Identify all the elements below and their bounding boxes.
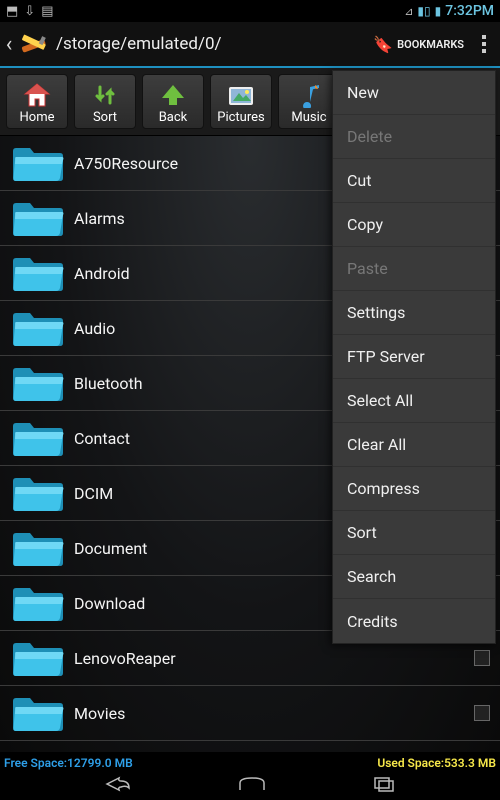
folder-icon (10, 473, 66, 513)
menu-item-copy[interactable]: Copy (333, 203, 495, 247)
folder-name: Document (74, 539, 147, 558)
android-nav-bar (0, 772, 500, 800)
overflow-menu-button[interactable] (474, 29, 494, 59)
toolbar-label: Sort (93, 110, 117, 125)
back-arrow-icon (160, 80, 186, 110)
back-button[interactable]: Back (142, 74, 204, 129)
menu-item-compress[interactable]: Compress (333, 467, 495, 511)
folder-icon (10, 693, 66, 733)
status-right-icons: ⊿ ▮▯ ▮ 7:32PM (404, 3, 494, 19)
android-status-bar: ⬒ ⇩ ▤ ⊿ ▮▯ ▮ 7:32PM (0, 0, 500, 22)
folder-name: A750Resource (74, 154, 178, 173)
nav-recents-button[interactable] (373, 776, 395, 796)
toolbar-label: Pictures (217, 110, 264, 125)
toolbar-label: Back (159, 110, 188, 125)
sdcard-icon: ▤ (41, 4, 53, 19)
toolbar-label: Music (291, 110, 326, 125)
status-left-icons: ⬒ ⇩ ▤ (6, 4, 54, 19)
folder-icon (10, 528, 66, 568)
folder-icon (10, 583, 66, 623)
folder-name: Android (74, 264, 130, 283)
menu-item-ftp-server[interactable]: FTP Server (333, 335, 495, 379)
menu-item-settings[interactable]: Settings (333, 291, 495, 335)
folder-name: Download (74, 594, 145, 613)
bookmark-icon: 🔖 (373, 35, 393, 54)
folder-icon (10, 198, 66, 238)
current-path[interactable]: /storage/emulated/0/ (56, 34, 222, 54)
up-navigation-button[interactable]: ‹ (0, 21, 18, 67)
select-checkbox[interactable] (474, 650, 490, 666)
folder-icon (10, 143, 66, 183)
action-bar: ‹ /storage/emulated/0/ 🔖 BOOKMARKS (0, 22, 500, 68)
music-button[interactable]: Music (278, 74, 340, 129)
folder-row[interactable]: Movies (0, 686, 500, 741)
folder-name: Alarms (74, 209, 125, 228)
folder-name: Audio (74, 319, 115, 338)
menu-item-new[interactable]: New (333, 71, 495, 115)
bookmarks-label: BOOKMARKS (397, 38, 464, 51)
folder-icon (10, 418, 66, 458)
folder-name: Bluetooth (74, 374, 143, 393)
menu-item-search[interactable]: Search (333, 555, 495, 599)
home-icon (23, 80, 51, 110)
nav-back-button[interactable] (105, 776, 131, 796)
folder-name: Contact (74, 429, 130, 448)
menu-item-paste: Paste (333, 247, 495, 291)
select-checkbox[interactable] (474, 705, 490, 721)
sort-button[interactable]: Sort (74, 74, 136, 129)
overflow-menu: NewDeleteCutCopyPasteSettingsFTP ServerS… (332, 70, 496, 644)
app-icon[interactable] (18, 29, 48, 59)
wifi-icon: ⊿ (404, 5, 413, 18)
usb-debug-icon: ⬒ (6, 4, 18, 19)
pictures-icon (227, 80, 255, 110)
used-space-label: Used Space:533.3 MB (377, 756, 496, 770)
nav-home-button[interactable] (236, 776, 268, 796)
menu-item-select-all[interactable]: Select All (333, 379, 495, 423)
home-button[interactable]: Home (6, 74, 68, 129)
clock: 7:32PM (445, 3, 494, 19)
pictures-button[interactable]: Pictures (210, 74, 272, 129)
folder-icon (10, 638, 66, 678)
menu-item-cut[interactable]: Cut (333, 159, 495, 203)
battery-icon: ▮ (435, 4, 442, 18)
folder-name: Movies (74, 704, 125, 723)
signal-icon: ▮▯ (417, 4, 430, 18)
menu-item-sort[interactable]: Sort (333, 511, 495, 555)
app-update-icon: ⇩ (24, 4, 35, 19)
sort-icon (92, 80, 118, 110)
storage-footer: Free Space:12799.0 MB Used Space:533.3 M… (0, 754, 500, 772)
menu-item-clear-all[interactable]: Clear All (333, 423, 495, 467)
free-space-label: Free Space:12799.0 MB (4, 756, 133, 770)
menu-item-credits[interactable]: Credits (333, 599, 495, 643)
folder-name: LenovoReaper (74, 649, 176, 668)
folder-icon (10, 253, 66, 293)
toolbar-label: Home (20, 110, 55, 125)
menu-item-delete: Delete (333, 115, 495, 159)
music-icon (297, 80, 321, 110)
folder-icon (10, 363, 66, 403)
bookmarks-button[interactable]: 🔖 BOOKMARKS (363, 29, 474, 60)
folder-name: DCIM (74, 484, 113, 503)
folder-icon (10, 308, 66, 348)
